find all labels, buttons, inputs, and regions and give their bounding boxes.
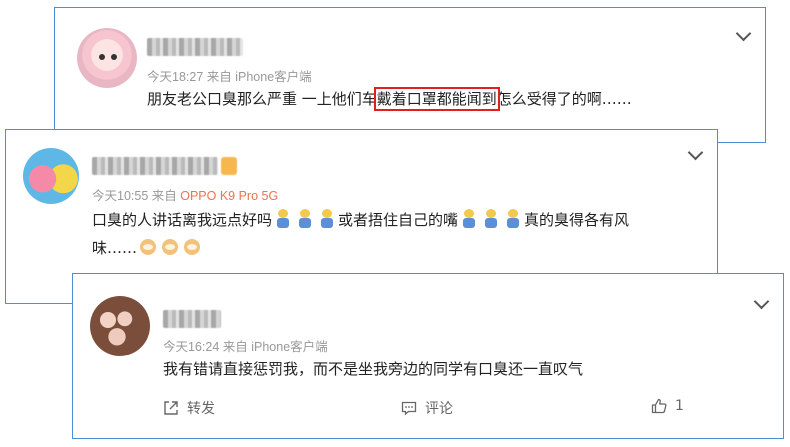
comment-meta: 今天10:55 来自 OPPO K9 Pro 5G	[92, 185, 278, 204]
like-count: 1	[675, 398, 684, 414]
repost-icon	[163, 400, 179, 416]
username-blurred[interactable]	[163, 310, 221, 328]
comment-text-part: 朋友老公口臭那么严重 一上他们车	[147, 90, 377, 108]
comment-card-3: 今天16:24 来自 iPhone客户端 我有错请直接惩罚我，而不是坐我旁边的同…	[72, 273, 784, 439]
comment-text-part: 怎么受得了的啊……	[496, 90, 632, 108]
comment-text-part: 口臭的人讲话离我远点好吗	[92, 211, 273, 229]
comment-text: 朋友老公口臭那么严重 一上他们车戴着口罩都能闻到怎么受得了的啊……	[147, 87, 632, 111]
emoji-icon	[276, 209, 290, 229]
comment-button[interactable]: 评论	[401, 398, 453, 418]
like-button[interactable]: 1	[651, 398, 684, 414]
comment-line-1: 口臭的人讲话离我远点好吗 或者捂住自己的嘴 真的臭得各有风	[92, 206, 629, 234]
meta-source[interactable]: OPPO K9 Pro 5G	[180, 189, 278, 203]
emoji-icon	[320, 209, 334, 229]
comment-text: 口臭的人讲话离我远点好吗 或者捂住自己的嘴 真的臭得各有风 味……	[92, 206, 629, 262]
emoji-icon	[462, 209, 476, 229]
chevron-down-icon[interactable]	[735, 25, 752, 42]
emoji-icon	[506, 209, 520, 229]
action-bar: 转发 评论 1	[73, 398, 783, 422]
repost-button[interactable]: 转发	[163, 398, 215, 418]
avatar[interactable]	[77, 28, 137, 88]
username-blurred[interactable]	[147, 38, 243, 56]
repost-label: 转发	[187, 401, 215, 417]
username-blurred[interactable]	[92, 157, 218, 175]
comment-icon	[401, 400, 417, 416]
comment-line-2: 味……	[92, 234, 629, 262]
meta-time: 今天10:55 来自	[92, 189, 181, 203]
comment-meta: 今天18:27 来自 iPhone客户端	[147, 70, 312, 84]
dog-emoji-icon	[162, 239, 179, 255]
emoji-icon	[484, 209, 498, 229]
chevron-down-icon[interactable]	[687, 144, 704, 161]
highlighted-phrase: 戴着口罩都能闻到	[373, 87, 500, 111]
user-badge-icon	[221, 157, 237, 175]
comment-text-part: 或者捂住自己的嘴	[338, 211, 459, 229]
comment-text: 我有错请直接惩罚我，而不是坐我旁边的同学有口臭还一直叹气	[163, 360, 584, 378]
comment-text-part: 真的臭得各有风	[524, 211, 630, 229]
dog-emoji-icon	[184, 239, 201, 255]
avatar[interactable]	[90, 296, 150, 356]
dog-emoji-icon	[140, 239, 157, 255]
like-icon	[651, 398, 667, 414]
chevron-down-icon[interactable]	[753, 293, 770, 310]
comment-text-part: 味……	[92, 239, 138, 257]
comment-card-1: 今天18:27 来自 iPhone客户端 朋友老公口臭那么严重 一上他们车戴着口…	[54, 7, 766, 143]
emoji-icon	[298, 209, 312, 229]
comment-meta: 今天16:24 来自 iPhone客户端	[163, 340, 328, 354]
comment-label: 评论	[425, 401, 453, 417]
avatar[interactable]	[23, 148, 79, 204]
